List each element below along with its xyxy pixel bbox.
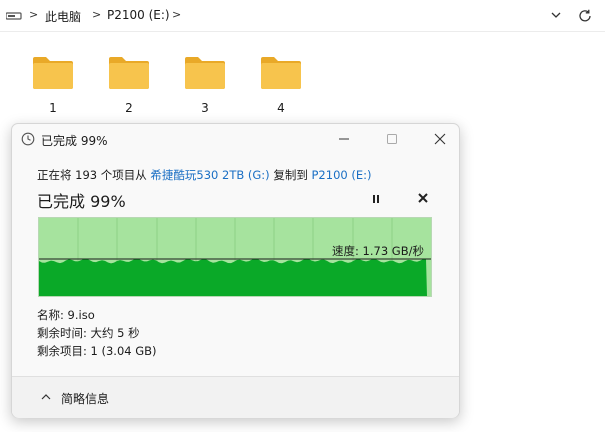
close-icon[interactable] xyxy=(416,191,430,205)
breadcrumb-separator: > xyxy=(29,8,39,21)
drive-icon xyxy=(6,12,22,20)
breadcrumb-drive-e[interactable]: P2100 (E:) xyxy=(107,8,170,22)
folder-icon xyxy=(261,57,301,89)
folder-label: 4 xyxy=(277,101,285,115)
destination-link[interactable]: P2100 (E:) xyxy=(312,168,372,182)
folder-item[interactable]: 1 xyxy=(28,54,78,115)
breadcrumb-separator: > xyxy=(92,8,102,21)
folder-item[interactable]: 3 xyxy=(180,54,230,115)
folder-icon xyxy=(109,57,149,89)
chevron-up-icon[interactable] xyxy=(40,392,52,402)
speed-label: 速度: 1.73 GB/秒 xyxy=(332,244,424,258)
pause-icon[interactable] xyxy=(369,192,383,206)
time-remaining: 剩余时间: 大约 5 秒 xyxy=(37,326,140,340)
title-bar[interactable]: 已完成 99% xyxy=(12,124,459,154)
breadcrumb-this-pc[interactable]: 此电脑 xyxy=(45,8,81,25)
close-button[interactable] xyxy=(426,130,454,148)
percent-complete: 已完成 99% xyxy=(37,192,126,211)
folder-item[interactable]: 4 xyxy=(256,54,306,115)
folder-label: 1 xyxy=(49,101,57,115)
window-title: 已完成 99% xyxy=(41,134,108,148)
copy-middle-text: 复制到 xyxy=(269,168,312,182)
source-link[interactable]: 希捷酷玩530 2TB (G:) xyxy=(150,168,269,182)
refresh-icon[interactable] xyxy=(577,8,593,24)
copy-prefix-text: 正在将 193 个项目从 xyxy=(37,168,151,182)
speed-graph-area xyxy=(39,257,427,296)
dialog-footer: 简略信息 xyxy=(12,376,459,418)
folder-label: 2 xyxy=(125,101,133,115)
file-name: 名称: 9.iso xyxy=(37,308,95,322)
clock-icon xyxy=(21,132,35,146)
chevron-down-icon[interactable] xyxy=(549,8,563,22)
fewer-details-button[interactable]: 简略信息 xyxy=(61,390,109,407)
breadcrumb-separator[interactable]: > xyxy=(172,8,181,21)
folder-icon xyxy=(33,57,73,89)
folder-item[interactable]: 2 xyxy=(104,54,154,115)
maximize-button[interactable] xyxy=(378,130,406,148)
minimize-button[interactable] xyxy=(330,130,358,148)
copy-progress-dialog: 已完成 99% 正在将 193 个项目从 希捷酷玩530 2TB (G:) 复制… xyxy=(11,123,460,418)
items-remaining: 剩余项目: 1 (3.04 GB) xyxy=(37,344,157,358)
folder-icon xyxy=(185,57,225,89)
copy-description: 正在将 193 个项目从 希捷酷玩530 2TB (G:) 复制到 P2100 … xyxy=(37,167,371,183)
folder-label: 3 xyxy=(201,101,209,115)
address-bar[interactable]: > 此电脑 > P2100 (E:) > xyxy=(0,0,605,32)
